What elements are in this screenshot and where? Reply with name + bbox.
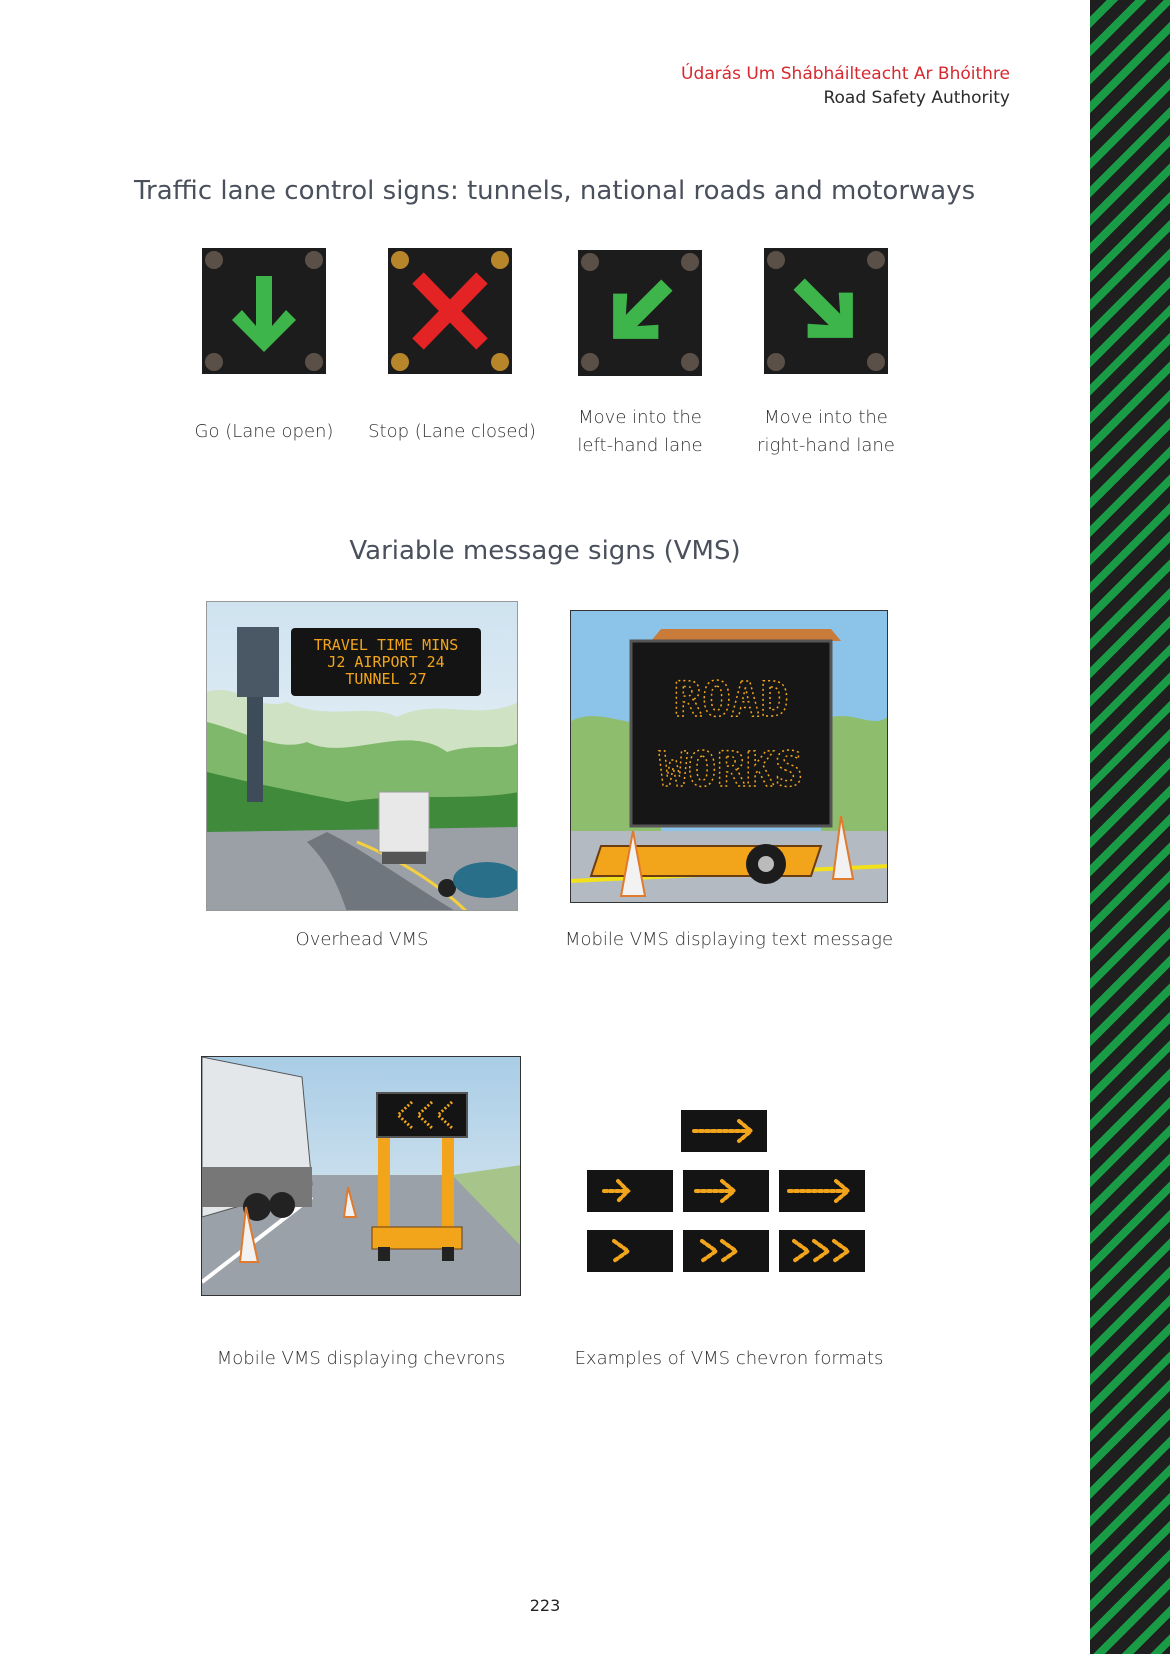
overhead-vms-illustration: TRAVEL TIME MINS J2 AIRPORT 24 TUNNEL 27 — [206, 601, 518, 911]
caption-go: Go (Lane open) — [184, 418, 344, 446]
red-cross-icon — [391, 251, 509, 371]
arrow-down-left-icon — [581, 253, 699, 371]
section-title-lane-control: Traffic lane control signs: tunnels, nat… — [134, 176, 976, 206]
vms-line-3: TUNNEL 27 — [345, 670, 426, 688]
arrow-down-icon — [205, 251, 323, 371]
caption-line: Move into the — [578, 407, 702, 428]
caption-mobile-vms-chevrons: Mobile VMS displaying chevrons — [216, 1348, 506, 1369]
vms-line-1: TRAVEL TIME MINS — [314, 636, 459, 654]
section-title-vms: Variable message signs (VMS) — [349, 536, 741, 566]
caption-overhead-vms: Overhead VMS — [295, 929, 429, 950]
caption-line: left-hand lane — [577, 435, 703, 456]
caption-mobile-vms-text: Mobile VMS displaying text message — [564, 929, 894, 950]
header-english-name: Road Safety Authority — [823, 88, 1010, 108]
arrow-down-right-icon — [767, 251, 885, 371]
mobile-vms-chevron-illustration — [201, 1056, 521, 1296]
page-header: Údarás Um Shábháilteacht Ar Bhóithre Roa… — [681, 62, 1010, 110]
caption-move-left: Move into the left-hand lane — [560, 404, 720, 460]
caption-line: Go (Lane open) — [194, 421, 334, 442]
caption-line: Move into the — [764, 407, 888, 428]
vms-road-text: ROAD — [673, 672, 789, 728]
decorative-stripe-border — [1090, 0, 1170, 1654]
page-number: 223 — [529, 1596, 561, 1615]
caption-move-right: Move into the right-hand lane — [746, 404, 906, 460]
header-irish-name: Údarás Um Shábháilteacht Ar Bhóithre — [681, 64, 1010, 84]
mobile-vms-text-illustration: ROAD WORKS — [570, 610, 888, 903]
chevron-formats-illustration — [584, 1106, 894, 1278]
sign-go-lane-open — [202, 248, 326, 374]
vms-line-2: J2 AIRPORT 24 — [327, 653, 444, 671]
sign-stop-lane-closed — [388, 248, 512, 374]
caption-line: right-hand lane — [757, 435, 895, 456]
caption-line: Stop (Lane closed) — [368, 421, 536, 442]
sign-move-right — [764, 248, 888, 374]
sign-move-left — [578, 250, 702, 376]
vms-works-text: WORKS — [659, 742, 804, 798]
caption-stop: Stop (Lane closed) — [362, 418, 542, 446]
caption-chevron-formats: Examples of VMS chevron formats — [574, 1348, 884, 1369]
